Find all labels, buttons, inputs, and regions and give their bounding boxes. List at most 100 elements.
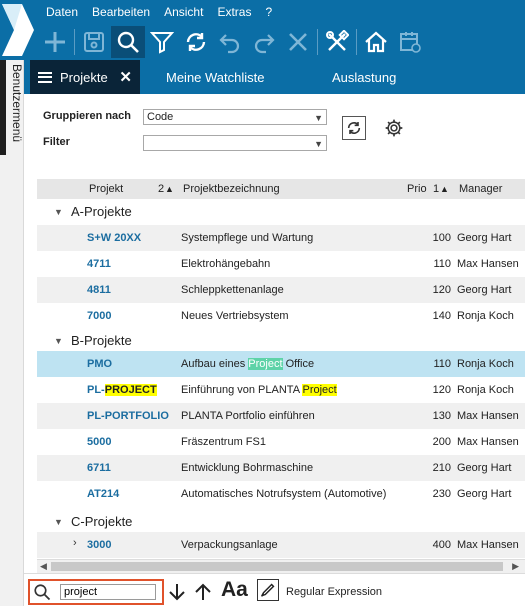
col-sort-2[interactable]: 2 xyxy=(158,183,164,195)
regex-toggle-icon[interactable] xyxy=(257,579,279,601)
project-code[interactable]: AT214 xyxy=(87,488,119,500)
hamburger-icon[interactable] xyxy=(38,71,52,83)
project-description: Fräszentrum FS1 xyxy=(181,436,266,448)
col-projektbezeichnung[interactable]: Projektbezeichnung xyxy=(183,183,280,195)
project-description: PLANTA Portfolio einführen xyxy=(181,410,315,422)
group-title: B-Projekte xyxy=(71,333,132,348)
refresh-icon xyxy=(347,122,361,134)
table-row[interactable]: PL-PROJECT Einführung von PLANTA Project… xyxy=(37,377,525,403)
project-code[interactable]: 7000 xyxy=(87,310,111,322)
calendar-icon xyxy=(400,32,421,53)
menu-bearbeiten[interactable]: Bearbeiten xyxy=(92,5,150,21)
home-button[interactable] xyxy=(359,26,393,58)
table-row[interactable]: AT214 Automatisches Notrufsystem (Automo… xyxy=(37,481,525,507)
search-icon[interactable] xyxy=(33,583,51,601)
search-button[interactable] xyxy=(111,26,145,58)
arrow-up-icon[interactable] xyxy=(194,582,212,602)
menu-help[interactable]: ? xyxy=(265,5,272,21)
project-manager: Georg Hart xyxy=(457,462,512,474)
match-case-toggle[interactable]: Aa xyxy=(221,578,248,602)
group-by-select[interactable]: Code ▼ xyxy=(143,109,327,125)
filter-label: Filter xyxy=(43,136,70,148)
table-row[interactable]: › 3000 Verpackungsanlage 400 Max Hansen xyxy=(37,532,525,558)
search-input[interactable] xyxy=(60,584,156,600)
project-description: Systempflege und Wartung xyxy=(181,232,314,244)
settings-button[interactable] xyxy=(382,116,406,140)
expand-icon[interactable]: › xyxy=(73,537,77,549)
search-bar: Aa Regular Expression xyxy=(24,573,525,606)
project-code[interactable]: PL-PROJECT xyxy=(87,384,157,396)
tools-button[interactable] xyxy=(320,26,354,58)
tab-bar: Projekte ✕ Meine Watchliste Auslastung xyxy=(24,60,525,94)
tab-watchliste[interactable]: Meine Watchliste xyxy=(166,60,265,94)
table-row[interactable]: PL-PORTFOLIO PLANTA Portfolio einführen … xyxy=(37,403,525,429)
group-by-label: Gruppieren nach xyxy=(43,110,132,122)
save-icon xyxy=(84,32,104,52)
tab-projekte[interactable]: Projekte ✕ xyxy=(30,60,140,94)
project-prio: 120 xyxy=(432,384,451,396)
scrollbar-thumb[interactable] xyxy=(51,562,503,571)
tab-label: Projekte xyxy=(60,69,108,85)
col-prio[interactable]: Prio xyxy=(407,183,427,195)
search-match-current: Project xyxy=(248,358,283,370)
refresh-filter-button[interactable] xyxy=(342,116,366,140)
chevron-down-icon: ▼ xyxy=(54,207,63,217)
search-match: Project xyxy=(302,384,337,396)
project-code[interactable]: PMO xyxy=(87,358,112,370)
project-code[interactable]: 3000 xyxy=(87,539,111,551)
redo-button[interactable] xyxy=(247,26,281,58)
tab-auslastung[interactable]: Auslastung xyxy=(332,60,396,94)
project-code[interactable]: 4711 xyxy=(87,258,111,270)
table-row[interactable]: 4711 Elektrohängebahn 110 Max Hansen xyxy=(37,251,525,277)
filter-select[interactable]: ▼ xyxy=(143,135,327,151)
toolbar xyxy=(38,26,427,58)
project-description: Elektrohängebahn xyxy=(181,258,271,270)
sort-asc-icon: ▲ xyxy=(165,184,174,194)
arrow-down-icon[interactable] xyxy=(168,582,186,602)
table-row[interactable]: 7000 Neues Vertriebsystem 140 Ronja Koch xyxy=(37,303,525,329)
table-row[interactable]: S+W 20XX Systempflege und Wartung 100 Ge… xyxy=(37,225,525,251)
group-header-a[interactable]: ▼ A-Projekte xyxy=(37,199,525,225)
project-manager: Georg Hart xyxy=(457,488,512,500)
table-header: Projekt 2 ▲ Projektbezeichnung Prio 1 ▲ … xyxy=(37,179,525,199)
project-code[interactable]: 4811 xyxy=(87,284,111,296)
table-row[interactable]: 5000 Fräszentrum FS1 200 Max Hansen xyxy=(37,429,525,455)
menu-extras[interactable]: Extras xyxy=(217,5,251,21)
delete-button[interactable] xyxy=(281,26,315,58)
horizontal-scrollbar[interactable]: ◀ ▶ xyxy=(37,559,525,573)
project-manager: Max Hansen xyxy=(457,539,519,551)
undo-button[interactable] xyxy=(213,26,247,58)
project-manager: Georg Hart xyxy=(457,232,512,244)
project-code[interactable]: 6711 xyxy=(87,462,111,474)
menu-ansicht[interactable]: Ansicht xyxy=(164,5,203,21)
calendar-button[interactable] xyxy=(393,26,427,58)
table-row[interactable]: 6711 Entwicklung Bohrmaschine 210 Georg … xyxy=(37,455,525,481)
add-button[interactable] xyxy=(38,26,72,58)
project-description: Einführung von PLANTA Project xyxy=(181,384,337,396)
project-manager: Ronja Koch xyxy=(457,384,514,396)
project-description: Verpackungsanlage xyxy=(181,539,278,551)
group-by-value: Code xyxy=(147,111,174,123)
table-row[interactable]: 4811 Schleppkettenanlage 120 Georg Hart xyxy=(37,277,525,303)
tab-close-icon[interactable]: ✕ xyxy=(119,68,132,86)
toolbar-separator xyxy=(356,29,357,55)
project-prio: 120 xyxy=(432,284,451,296)
close-icon xyxy=(289,33,307,51)
col-projekt[interactable]: Projekt xyxy=(89,183,123,195)
project-description: Entwicklung Bohrmaschine xyxy=(181,462,314,474)
chevron-left-icon[interactable]: ◀ xyxy=(40,561,47,572)
save-button[interactable] xyxy=(77,26,111,58)
group-title: C-Projekte xyxy=(71,514,133,529)
chevron-down-icon: ▼ xyxy=(54,517,63,527)
project-code[interactable]: S+W 20XX xyxy=(87,232,141,244)
col-manager[interactable]: Manager xyxy=(459,183,502,195)
table-row-selected[interactable]: PMO Aufbau eines Project Office 110 Ronj… xyxy=(37,351,525,377)
chevron-right-icon[interactable]: ▶ xyxy=(512,561,519,572)
filter-button[interactable] xyxy=(145,26,179,58)
refresh-button[interactable] xyxy=(179,26,213,58)
menu-daten[interactable]: Daten xyxy=(46,5,78,21)
col-sort-1[interactable]: 1 xyxy=(433,183,439,195)
project-code[interactable]: PL-PORTFOLIO xyxy=(87,410,169,422)
side-rail[interactable]: Benutzermenü xyxy=(0,60,24,606)
project-code[interactable]: 5000 xyxy=(87,436,111,448)
